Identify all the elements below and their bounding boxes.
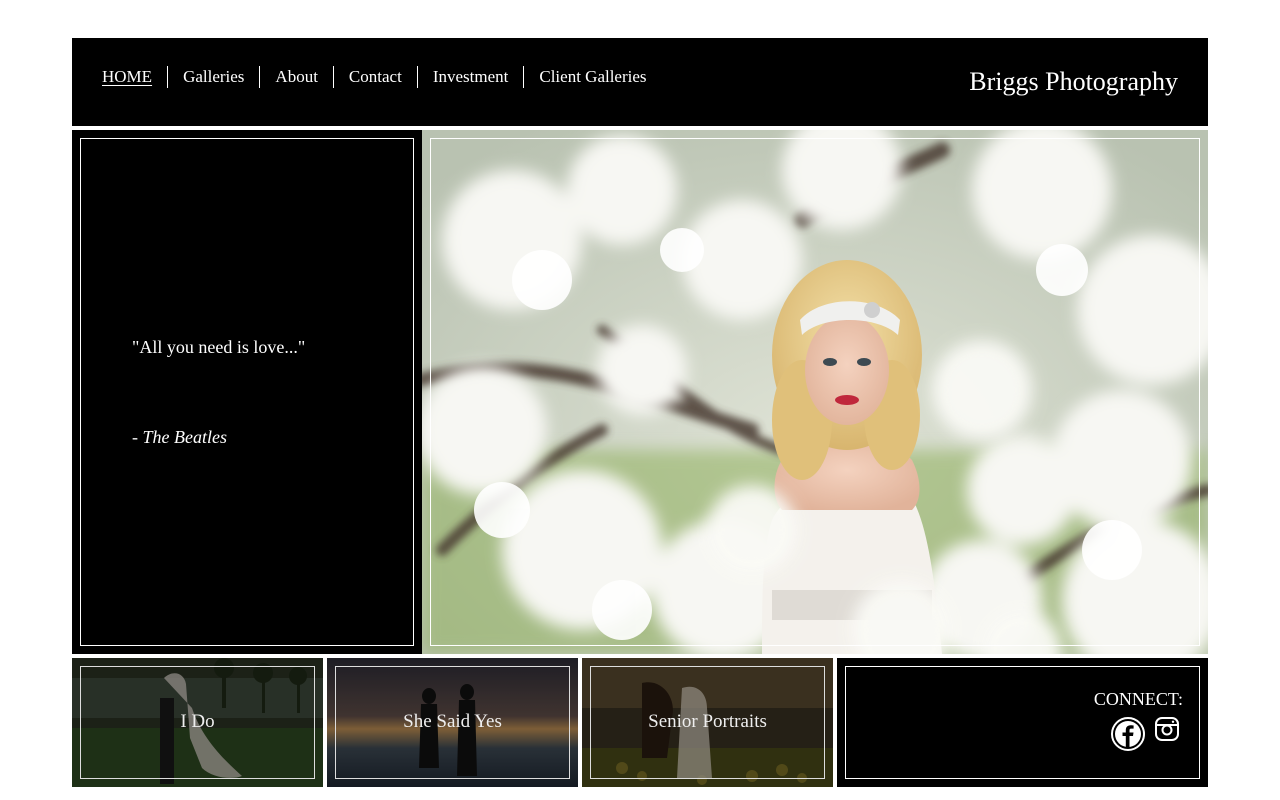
tile-i-do-label: I Do: [180, 711, 215, 732]
quote-author-prefix: -: [132, 427, 143, 447]
connect-label: CONNECT:: [1093, 689, 1183, 709]
quote-author: - The Beatles: [132, 426, 227, 448]
nav-contact[interactable]: Contact: [332, 66, 417, 88]
connect-panel: CONNECT:: [837, 658, 1208, 787]
nav-home[interactable]: HOME: [102, 66, 167, 88]
instagram-icon[interactable]: [1154, 716, 1180, 742]
quote-panel: "All you need is love..." - The Beatles: [72, 130, 422, 654]
quote-frame: [80, 138, 414, 646]
quote-text: "All you need is love...": [132, 337, 306, 357]
main-nav: HOME Galleries About Contact Investment …: [102, 66, 662, 88]
nav-client-galleries[interactable]: Client Galleries: [523, 66, 661, 88]
nav-investment[interactable]: Investment: [416, 66, 524, 88]
site-header: HOME Galleries About Contact Investment …: [72, 38, 1208, 126]
tile-senior-portraits-label: Senior Portraits: [648, 711, 767, 732]
page-wrapper: HOME Galleries About Contact Investment …: [72, 38, 1208, 787]
tile-she-said-yes-label: She Said Yes: [403, 711, 502, 732]
hero-image: [422, 130, 1208, 654]
tile-senior-portraits[interactable]: Senior Portraits: [582, 658, 833, 787]
quote-author-name: The Beatles: [142, 427, 227, 447]
social-links: [1110, 716, 1180, 752]
hero-photo-bride-blossoms: [422, 130, 1208, 654]
nav-galleries[interactable]: Galleries: [167, 66, 259, 88]
nav-about[interactable]: About: [259, 66, 333, 88]
facebook-icon[interactable]: [1110, 716, 1146, 752]
tile-she-said-yes[interactable]: She Said Yes: [327, 658, 578, 787]
tile-i-do[interactable]: I Do: [72, 658, 323, 787]
site-title[interactable]: Briggs Photography: [969, 66, 1178, 98]
